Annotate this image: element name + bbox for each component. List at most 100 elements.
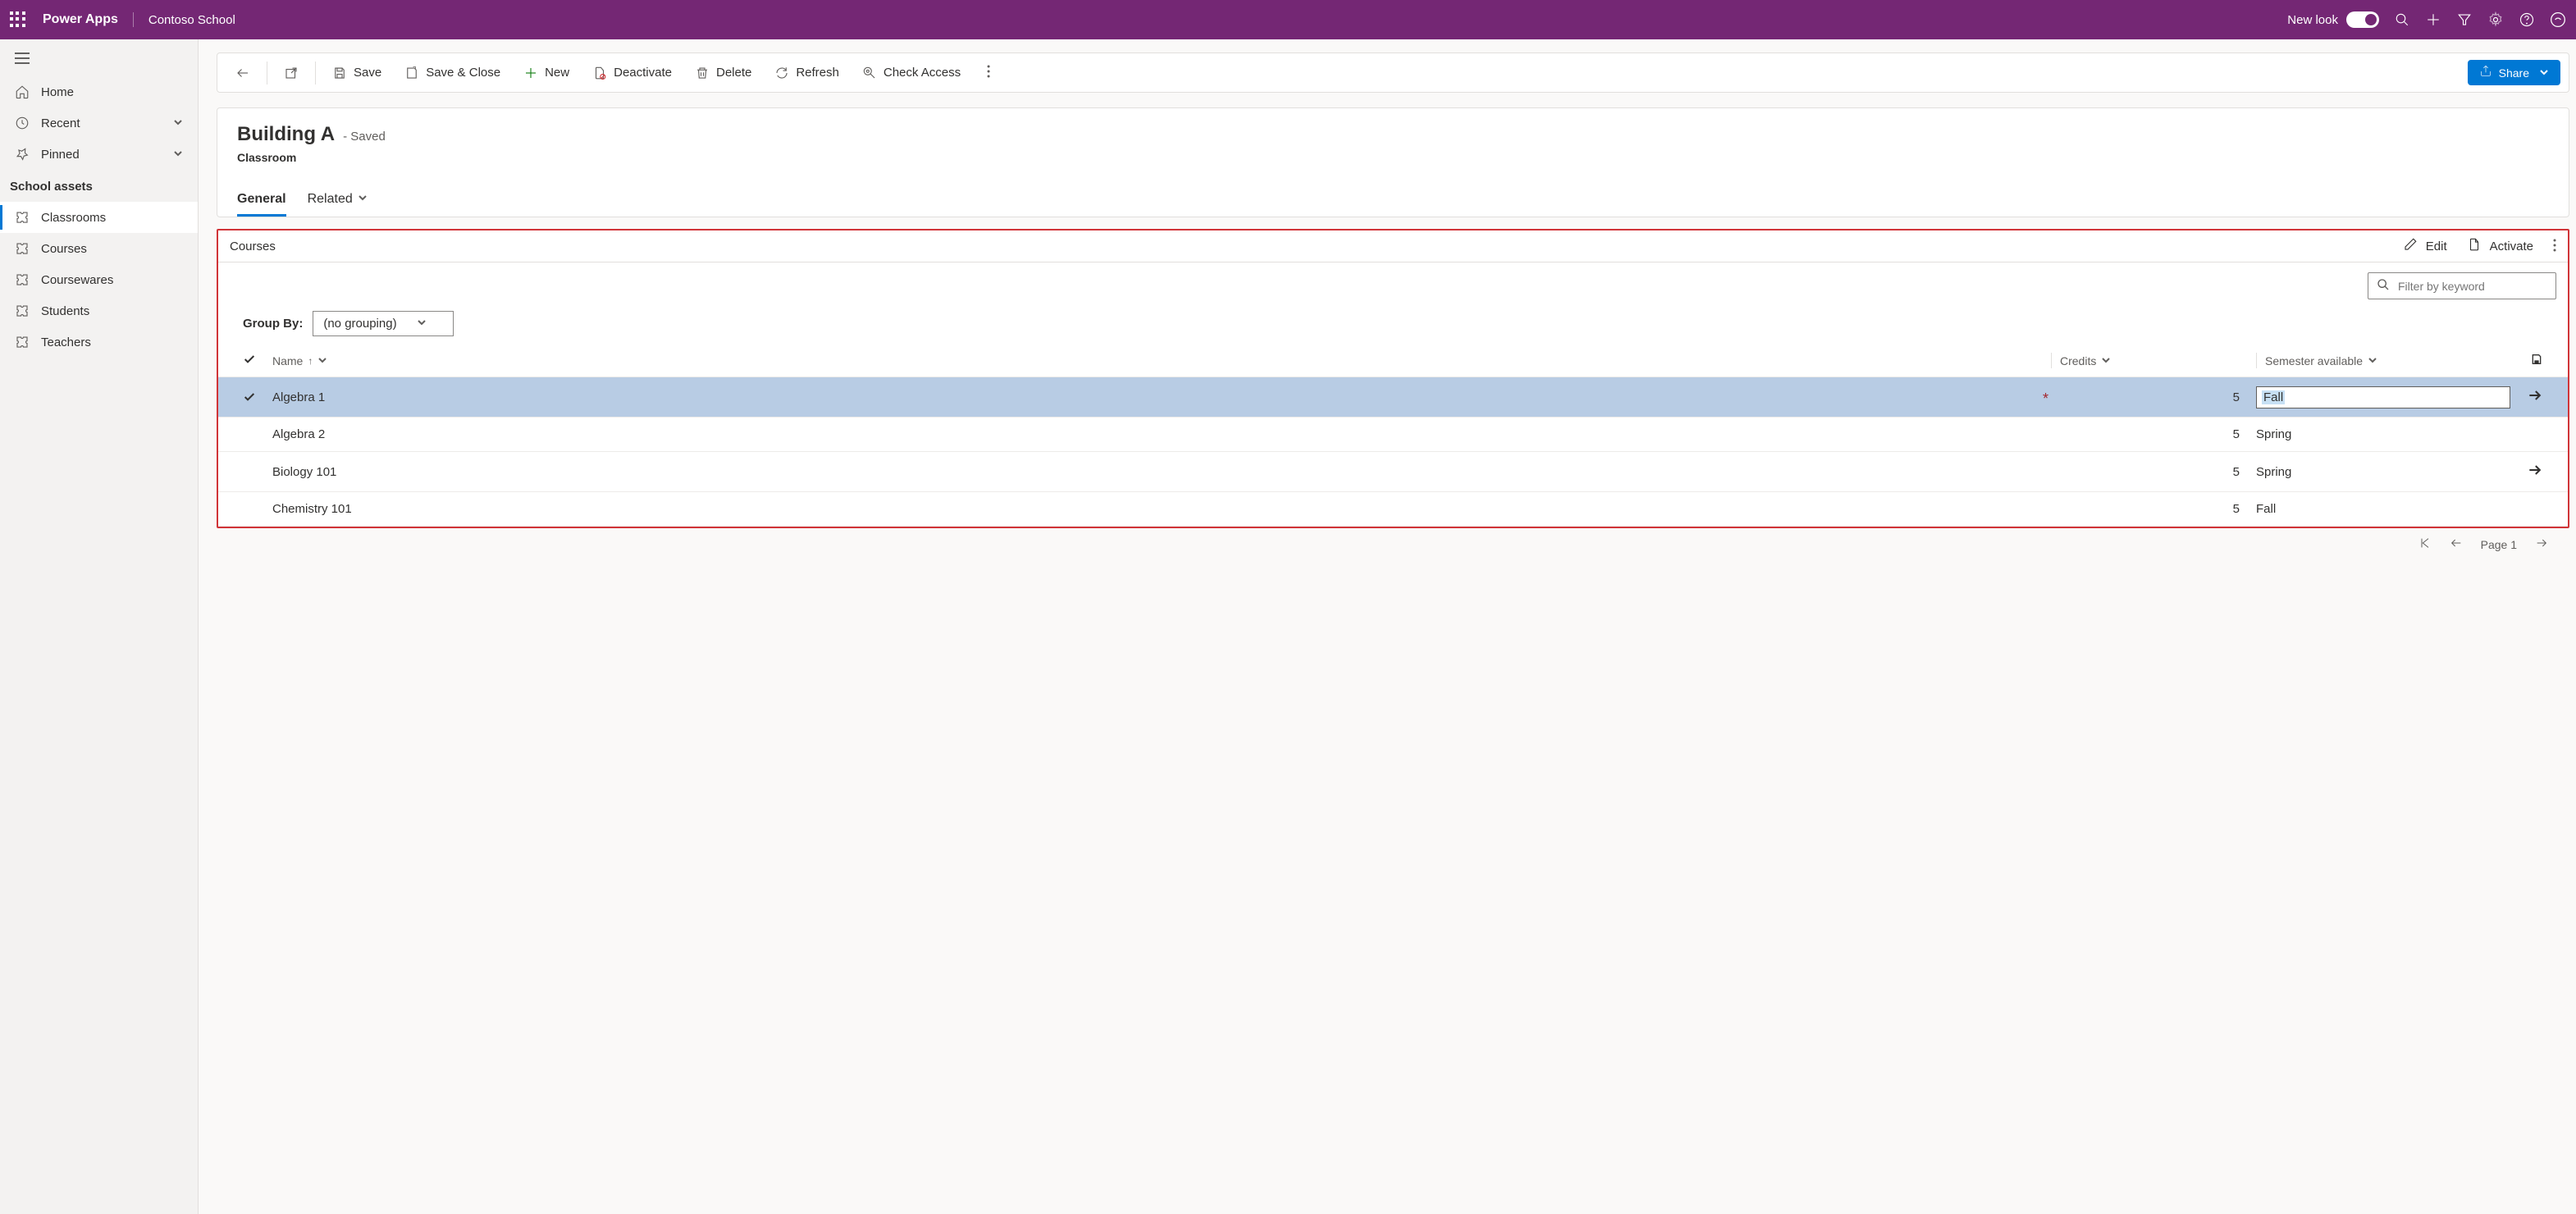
sidebar-recent[interactable]: Recent [0,107,198,139]
sidebar-item-courses[interactable]: Courses [0,233,198,264]
pager-page-label: Page 1 [2481,538,2517,551]
open-new-window-button[interactable] [274,59,308,87]
waffle-icon[interactable] [10,11,26,28]
column-label: Credits [2060,354,2096,367]
chevron-down-icon [2539,66,2549,80]
cell-semester: Spring [2256,427,2291,441]
record-entity: Classroom [237,151,2549,164]
filter-input[interactable] [2398,280,2547,293]
row-checkbox[interactable] [243,390,267,404]
delete-button[interactable]: Delete [685,59,761,87]
more-commands-button[interactable] [980,58,997,87]
arrow-left-icon [235,66,250,80]
search-icon [2377,278,2390,294]
record-tabs: General Related [237,184,2549,217]
column-semester[interactable]: Semester available [2256,353,2510,368]
activate-button[interactable]: Activate [2467,237,2533,255]
sidebar-home[interactable]: Home [0,76,198,107]
refresh-label: Refresh [796,66,839,80]
puzzle-icon [15,210,30,225]
chevron-down-icon [2368,354,2377,367]
cell-semester: Fall [2256,502,2276,516]
chevron-down-icon [2101,354,2111,367]
subgrid-more-button[interactable] [2553,239,2556,254]
semester-edit-cell[interactable]: Fall [2256,386,2510,408]
tab-related[interactable]: Related [308,184,368,217]
cell-credits: 5 [2233,427,2240,441]
tab-general[interactable]: General [237,184,286,217]
column-credits[interactable]: Credits [2051,353,2256,368]
sidebar-item-label: Teachers [41,335,91,349]
back-button[interactable] [226,59,260,87]
open-record-icon[interactable] [2527,393,2543,407]
save-label: Save [354,66,381,80]
key-search-icon [862,66,877,80]
assistant-icon[interactable] [2550,11,2566,28]
tab-label: Related [308,192,353,207]
cell-name: Algebra 2 [272,427,325,441]
sidebar-item-label: Coursewares [41,273,113,287]
groupby-value: (no grouping) [323,317,396,331]
pin-icon [15,147,30,162]
save-close-icon [404,66,419,80]
hamburger-icon[interactable] [0,43,198,76]
cell-name: Algebra 1 [272,390,325,404]
groupby-dropdown[interactable]: (no grouping) [313,311,453,336]
sidebar-item-students[interactable]: Students [0,295,198,326]
new-look-toggle[interactable]: New look [2287,11,2379,28]
table-row[interactable]: Chemistry 101 5 Fall [218,492,2568,527]
cell-credits: 5 [2233,502,2240,516]
share-button[interactable]: Share [2468,60,2560,85]
toggle-switch-icon[interactable] [2346,11,2379,28]
cell-credits: 5 [2233,465,2240,479]
column-label: Name [272,354,303,367]
sidebar-pinned[interactable]: Pinned [0,139,198,170]
courses-subgrid: Courses Edit Activate Group By: (no grou… [217,229,2569,528]
sidebar-recent-label: Recent [41,116,80,130]
table-header: Name ↑ Credits Semester available [218,348,2568,377]
save-button[interactable]: Save [322,59,391,87]
check-access-button[interactable]: Check Access [852,59,971,87]
sidebar-group-label: School assets [0,170,198,202]
edit-button[interactable]: Edit [2403,237,2447,255]
pager-next-button[interactable] [2535,536,2548,552]
pencil-icon [2403,237,2418,255]
sidebar-item-coursewares[interactable]: Coursewares [0,264,198,295]
new-label: New [545,66,569,80]
popout-icon [284,66,299,80]
search-icon[interactable] [2394,11,2410,28]
refresh-button[interactable]: Refresh [765,59,849,87]
save-column[interactable] [2510,353,2543,368]
record-status: - Saved [343,130,386,144]
subgrid-title: Courses [230,240,276,253]
filter-icon[interactable] [2456,11,2473,28]
sidebar-item-classrooms[interactable]: Classrooms [0,202,198,233]
table-row[interactable]: Algebra 2 5 Spring [218,418,2568,452]
sort-asc-icon: ↑ [308,355,313,367]
sidebar-item-teachers[interactable]: Teachers [0,326,198,358]
filter-input-wrap[interactable] [2368,272,2556,299]
save-close-label: Save & Close [426,66,500,80]
new-button[interactable]: New [514,59,579,87]
help-icon[interactable] [2519,11,2535,28]
gear-icon[interactable] [2487,11,2504,28]
deactivate-button[interactable]: Deactivate [582,59,682,87]
sidebar-pinned-label: Pinned [41,148,80,162]
table-row[interactable]: Biology 101 5 Spring [218,452,2568,492]
pager-prev-button[interactable] [2450,536,2463,552]
puzzle-icon [15,335,30,349]
delete-label: Delete [716,66,751,80]
select-all-checkbox[interactable] [243,353,267,368]
tab-label: General [237,192,286,207]
pager-first-button[interactable] [2418,536,2432,552]
chevron-down-icon [173,148,183,162]
plus-icon[interactable] [2425,11,2441,28]
share-label: Share [2499,66,2529,80]
column-name[interactable]: Name ↑ [267,353,2051,368]
sidebar: Home Recent Pinned School assets Classro… [0,39,199,1214]
save-close-button[interactable]: Save & Close [395,59,510,87]
open-record-icon[interactable] [2527,468,2543,481]
puzzle-icon [15,304,30,318]
table-row[interactable]: Algebra 1 *5 Fall [218,377,2568,418]
chevron-down-icon [358,192,368,207]
